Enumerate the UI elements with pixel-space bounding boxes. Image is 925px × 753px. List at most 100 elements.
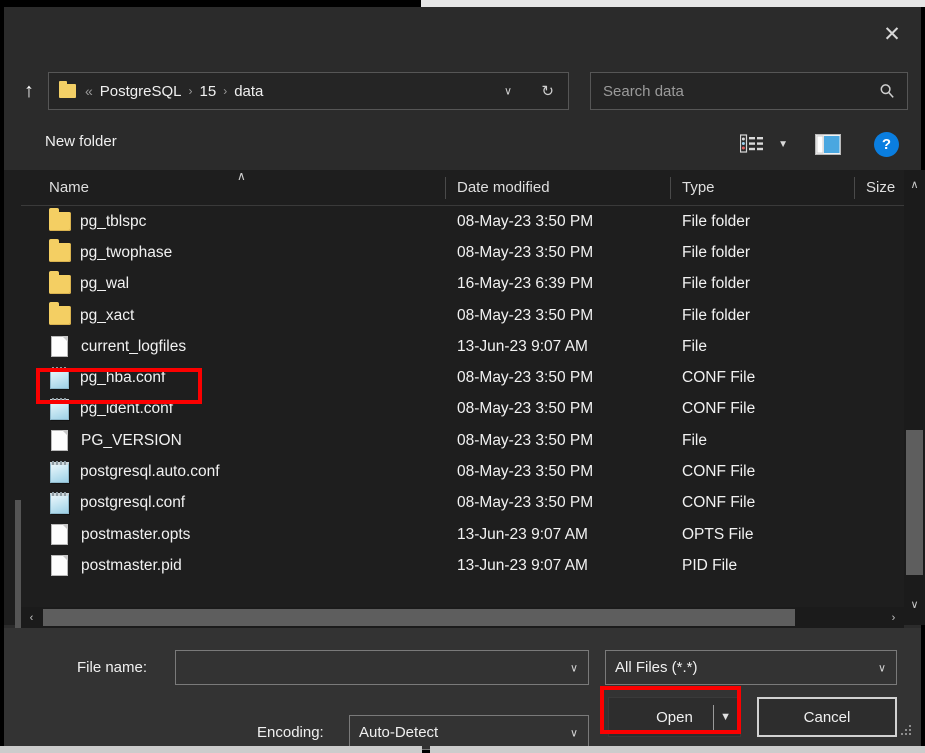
chevron-down-icon[interactable]: ∨ — [570, 661, 578, 674]
close-icon[interactable]: ✕ — [869, 15, 915, 53]
date-modified-cell: 08-May-23 3:50 PM — [457, 213, 593, 231]
vertical-scrollbar[interactable]: ∧ ∨ — [904, 170, 925, 625]
file-name-cell[interactable]: pg_xact — [49, 306, 134, 325]
open-button[interactable]: Open ▼ — [608, 697, 741, 737]
file-name-text: postmaster.opts — [81, 526, 190, 544]
type-cell: CONF File — [682, 463, 755, 481]
cancel-button[interactable]: Cancel — [757, 697, 897, 737]
scroll-down-icon[interactable]: ∨ — [904, 594, 925, 615]
conf-file-icon — [50, 493, 69, 514]
table-row[interactable]: postgresql.auto.conf08-May-23 3:50 PMCON… — [21, 456, 895, 487]
column-header-name[interactable]: Name — [49, 179, 89, 196]
chevron-down-icon[interactable]: ∨ — [570, 726, 578, 739]
table-row[interactable]: pg_ident.conf08-May-23 3:50 PMCONF File — [21, 394, 895, 425]
file-name-cell[interactable]: postgresql.auto.conf — [49, 462, 220, 483]
column-header-size[interactable]: Size — [866, 179, 895, 196]
table-row[interactable]: postgresql.conf 08-May-23 3:50 PM CONF Fil… — [21, 488, 895, 519]
horizontal-scrollbar-thumb[interactable] — [43, 609, 795, 626]
type-cell: File — [682, 432, 707, 450]
breadcrumb-separator: › — [189, 84, 193, 98]
breadcrumb-item-0[interactable]: PostgreSQL — [100, 83, 182, 100]
command-bar: New folder ▼ ? — [4, 120, 921, 170]
date-modified-cell: 08-May-23 3:50 PM — [457, 494, 593, 512]
table-row[interactable]: postmaster.opts13-Jun-23 9:07 AMOPTS Fil… — [21, 519, 895, 550]
preview-pane-icon[interactable] — [815, 134, 841, 155]
table-row[interactable]: pg_twophase08-May-23 3:50 PMFile folder — [21, 237, 895, 268]
file-name-text: PG_VERSION — [81, 432, 182, 450]
resize-grip[interactable] — [901, 725, 913, 737]
date-modified-cell: 13-Jun-23 9:07 AM — [457, 526, 588, 544]
search-placeholder: Search data — [603, 83, 684, 100]
new-folder-button[interactable]: New folder — [45, 133, 117, 150]
type-cell: CONF File — [682, 369, 755, 387]
search-icon[interactable] — [879, 83, 895, 99]
type-cell: File folder — [682, 213, 750, 231]
chevron-down-icon[interactable]: ∨ — [878, 661, 886, 674]
file-icon — [51, 336, 68, 357]
file-name-cell[interactable]: postgresql.conf — [49, 493, 185, 514]
file-name-cell[interactable]: pg_tblspc — [49, 212, 146, 231]
scroll-left-icon[interactable]: ‹ — [21, 607, 42, 628]
file-name-cell[interactable]: PG_VERSION — [49, 430, 182, 451]
open-button-divider — [713, 705, 714, 731]
cancel-button-label: Cancel — [804, 709, 851, 726]
file-name-cell[interactable]: pg_twophase — [49, 243, 172, 262]
date-modified-cell: 13-Jun-23 9:07 AM — [457, 338, 588, 356]
table-row[interactable]: pg_tblspc 08-May-23 3:50 PM File folder — [21, 206, 895, 237]
folder-icon — [49, 243, 71, 262]
scroll-right-icon[interactable]: › — [883, 607, 904, 628]
date-modified-cell: 08-May-23 3:50 PM — [457, 400, 593, 418]
encoding-select[interactable]: Auto-Detect ∨ — [349, 715, 589, 750]
table-row[interactable]: pg_wal16-May-23 6:39 PMFile folder — [21, 269, 895, 300]
help-icon[interactable]: ? — [874, 132, 899, 157]
chevron-down-icon[interactable]: ∨ — [504, 85, 512, 98]
open-button-label: Open — [656, 709, 693, 726]
breadcrumb-item-1[interactable]: 15 — [200, 83, 217, 100]
file-name-cell[interactable]: pg_ident.conf — [49, 399, 173, 420]
breadcrumb-separator: › — [223, 84, 227, 98]
horizontal-scrollbar[interactable]: ‹ › — [21, 607, 904, 628]
table-row[interactable]: postmaster.pid13-Jun-23 9:07 AMPID File — [21, 550, 895, 581]
date-modified-cell: 08-May-23 3:50 PM — [457, 369, 593, 387]
column-header-date-modified[interactable]: Date modified — [457, 179, 550, 196]
bottom-outer-strip-right — [430, 746, 925, 753]
file-icon — [51, 430, 68, 451]
date-modified-cell: 13-Jun-23 9:07 AM — [457, 557, 588, 575]
chevron-down-icon[interactable]: ▼ — [720, 711, 731, 723]
encoding-value: Auto-Detect — [359, 724, 438, 741]
chevron-down-icon[interactable]: ▼ — [778, 139, 788, 150]
type-cell: CONF File — [682, 494, 755, 512]
file-icon — [51, 524, 68, 545]
file-name-input[interactable]: ∨ — [175, 650, 589, 685]
file-type-filter-select[interactable]: All Files (*.*) ∨ — [605, 650, 897, 685]
encoding-label: Encoding: — [257, 724, 324, 741]
vertical-scrollbar-thumb[interactable] — [906, 430, 923, 575]
list-view-icon[interactable] — [740, 134, 764, 154]
dialog-title-bar: ✕ — [4, 7, 921, 62]
table-row[interactable]: pg_hba.conf 08-May-23 3:50 PM CONF File — [21, 362, 895, 393]
file-name-cell[interactable]: current_logfiles — [49, 336, 186, 357]
refresh-icon[interactable]: ↻ — [541, 82, 554, 100]
file-name-cell[interactable]: pg_wal — [49, 275, 129, 294]
file-type-filter-value: All Files (*.*) — [615, 659, 698, 676]
column-header-type[interactable]: Type — [682, 179, 715, 196]
breadcrumb-overflow-icon[interactable]: « — [85, 83, 93, 99]
file-name-cell[interactable]: postmaster.opts — [49, 524, 190, 545]
up-one-level-icon[interactable]: ↑ — [14, 76, 44, 106]
file-icon — [51, 555, 68, 576]
conf-file-icon — [50, 462, 69, 483]
table-row[interactable]: pg_xact08-May-23 3:50 PMFile folder — [21, 300, 895, 331]
table-row[interactable]: current_logfiles13-Jun-23 9:07 AMFile — [21, 331, 895, 362]
address-bar[interactable]: « PostgreSQL › 15 › data ∨ ↻ — [48, 72, 569, 110]
scroll-up-icon[interactable]: ∧ — [904, 174, 925, 195]
file-name-cell[interactable]: pg_hba.conf — [49, 368, 165, 389]
file-name-label: File name: — [77, 659, 147, 676]
file-name-text: current_logfiles — [81, 338, 186, 356]
file-name-text: pg_hba.conf — [80, 369, 165, 387]
file-name-cell[interactable]: postmaster.pid — [49, 555, 182, 576]
sort-ascending-icon: ∧ — [237, 169, 246, 183]
search-input[interactable]: Search data — [590, 72, 908, 110]
breadcrumb-item-2[interactable]: data — [234, 83, 263, 100]
table-row[interactable]: PG_VERSION08-May-23 3:50 PMFile — [21, 425, 895, 456]
open-file-dialog: ✕ ↑ « PostgreSQL › 15 › data ∨ ↻ Search … — [4, 7, 921, 746]
